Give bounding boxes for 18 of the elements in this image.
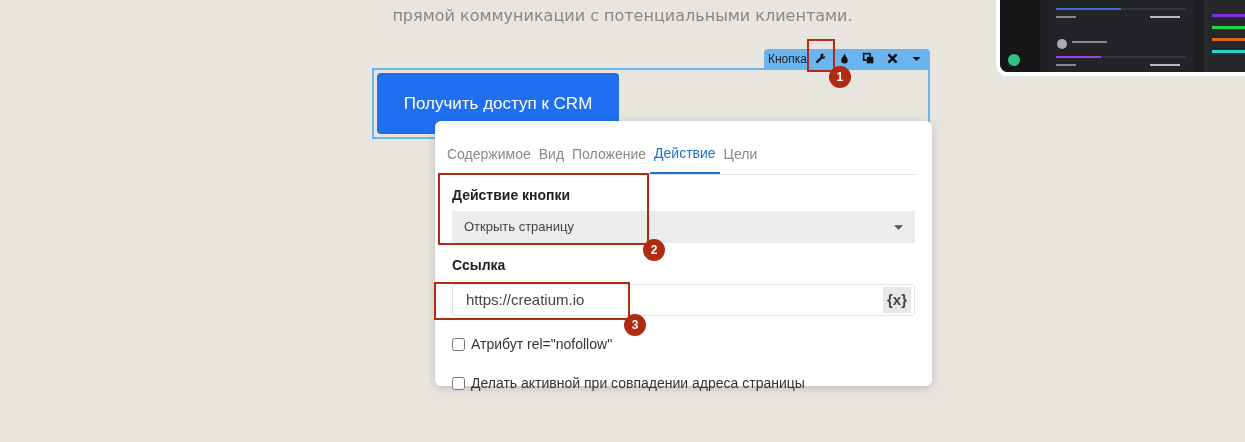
step-number: 1 [828, 66, 851, 88]
caret-icon [894, 225, 903, 231]
subtitle-text: прямой коммуникации с потенциальными клиентами. [392, 6, 853, 25]
settings-tab[interactable]: Действие [650, 139, 720, 174]
field-label: Действие кнопки [452, 186, 571, 205]
settings-tab[interactable]: Цели [723, 139, 758, 174]
checkbox-label: Атрибут rel="nofollow" [471, 335, 613, 354]
link-field[interactable]: https://creatium.io {x} [452, 284, 915, 316]
action-select[interactable]: Открыть страницу [452, 211, 915, 243]
checkbox-label: Делать активной при совпадении адреса страницы [471, 374, 805, 393]
settings-tab[interactable]: Содержимое [447, 139, 531, 174]
settings-tab[interactable]: Положение [572, 139, 647, 174]
settings-tab[interactable]: Вид [538, 139, 565, 174]
field-label: Ссылка [452, 256, 506, 275]
checkbox[interactable] [452, 377, 465, 390]
checkbox[interactable] [452, 338, 465, 351]
variable-button[interactable]: {x} [882, 286, 911, 314]
toolbar-label: Кнопка [768, 50, 807, 68]
